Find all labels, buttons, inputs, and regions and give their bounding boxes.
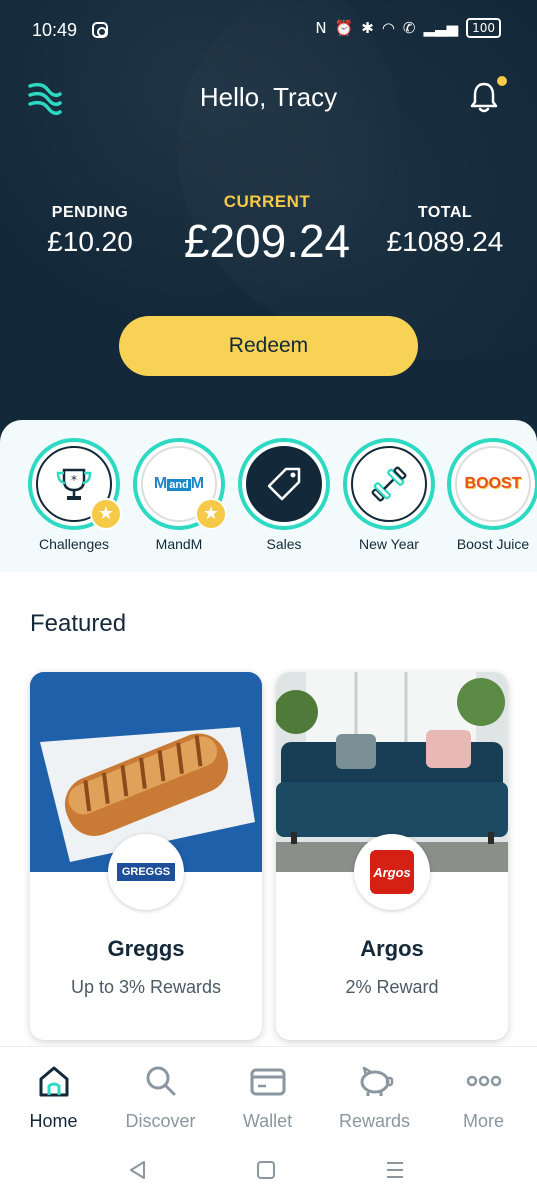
current-balance[interactable]: CURRENT £209.24 [160, 192, 374, 268]
dumbbell-icon [371, 466, 407, 502]
argos-logo: Argos [354, 834, 430, 910]
signal-icon: ▂▃▅ [423, 19, 459, 37]
call-icon: ✆ [402, 19, 416, 37]
svg-text:*: * [71, 473, 77, 487]
notification-bell-icon[interactable] [469, 80, 499, 114]
total-value: £1089.24 [386, 226, 504, 257]
category-new-year[interactable]: New Year [343, 438, 435, 552]
more-icon [466, 1075, 501, 1087]
balances-row: PENDING £10.20 CURRENT £209.24 TOTAL £10… [0, 188, 537, 278]
featured-card-argos[interactable]: Argos Argos 2% Reward [276, 672, 508, 1040]
redeem-button[interactable]: Redeem [119, 316, 418, 376]
total-balance[interactable]: TOTAL £1089.24 [380, 204, 510, 258]
home-square-icon[interactable] [254, 1158, 278, 1182]
pending-label: PENDING [51, 204, 129, 221]
search-icon [146, 1066, 175, 1096]
home-icon [39, 1066, 68, 1097]
category-label: Sales [266, 536, 302, 552]
piggy-bank-icon [360, 1066, 393, 1096]
wifi-icon: ◠ [381, 19, 395, 37]
card-title: Argos [360, 936, 424, 961]
greeting-title: Hello, Tracy [199, 82, 338, 112]
nav-label: Discover [125, 1111, 196, 1131]
star-badge-icon: ★ [195, 498, 227, 530]
star-badge-icon: ★ [90, 498, 122, 530]
alarm-icon: ⏰ [334, 19, 354, 37]
current-value: £209.24 [183, 215, 351, 267]
featured-heading: Featured [30, 610, 127, 637]
bottom-navigation: Home Discover Wallet Rewards More [0, 1046, 537, 1146]
current-label: CURRENT [223, 192, 311, 211]
header-panel: 10:49 N ⏰ ✱ ◠ ✆ ▂▃▅ 100 Hello, Tracy PEN… [0, 0, 537, 470]
category-label: Challenges [38, 536, 110, 552]
nav-label: Rewards [338, 1111, 411, 1131]
category-boost-juice[interactable]: BOOST Boost Juice [447, 438, 537, 552]
price-tag-icon [267, 467, 301, 501]
category-mandm[interactable]: Mand M ★ MandM [133, 438, 227, 552]
nav-label: More [462, 1111, 504, 1131]
wallet-icon [250, 1068, 285, 1096]
status-bar: 10:49 N ⏰ ✱ ◠ ✆ ▂▃▅ 100 [0, 0, 537, 62]
bluetooth-icon: ✱ [361, 19, 374, 37]
instagram-icon [92, 22, 108, 38]
mandm-logo: Mand M [153, 475, 205, 492]
nav-home[interactable]: Home [0, 1061, 107, 1132]
card-reward: Up to 3% Rewards [70, 977, 222, 997]
card-title: Greggs [107, 936, 185, 961]
category-label: New Year [359, 536, 419, 552]
recent-apps-icon[interactable] [383, 1158, 407, 1182]
category-sales[interactable]: Sales [238, 438, 330, 552]
status-time: 10:49 [32, 20, 78, 40]
status-icons: N ⏰ ✱ ◠ ✆ ▂▃▅ 100 [315, 18, 501, 38]
category-challenges[interactable]: * ★ Challenges [28, 438, 122, 552]
category-label: Boost Juice [456, 536, 530, 552]
nav-more[interactable]: More [430, 1061, 537, 1132]
pending-balance[interactable]: PENDING £10.20 [30, 204, 150, 258]
notification-dot [497, 76, 507, 86]
featured-card-greggs[interactable]: GREGGS Greggs Up to 3% Rewards [30, 672, 262, 1040]
nav-rewards[interactable]: Rewards [321, 1061, 428, 1132]
nfc-icon: N [315, 19, 327, 37]
boost-logo: BOOST [464, 475, 522, 492]
card-reward: 2% Reward [345, 977, 439, 997]
nav-label: Home [29, 1111, 78, 1131]
nav-discover[interactable]: Discover [107, 1061, 214, 1132]
greggs-logo: GREGGS [108, 834, 184, 910]
nav-wallet[interactable]: Wallet [214, 1061, 321, 1132]
system-navigation-bar [0, 1146, 537, 1200]
category-carousel[interactable]: * ★ Challenges Mand M ★ MandM Sales New … [0, 420, 537, 572]
trophy-icon: * [56, 468, 92, 500]
battery-icon: 100 [466, 18, 501, 38]
total-label: TOTAL [417, 204, 473, 221]
category-label: MandM [155, 536, 203, 552]
nav-label: Wallet [242, 1111, 293, 1131]
back-icon[interactable] [126, 1158, 150, 1182]
pending-value: £10.20 [47, 226, 133, 257]
